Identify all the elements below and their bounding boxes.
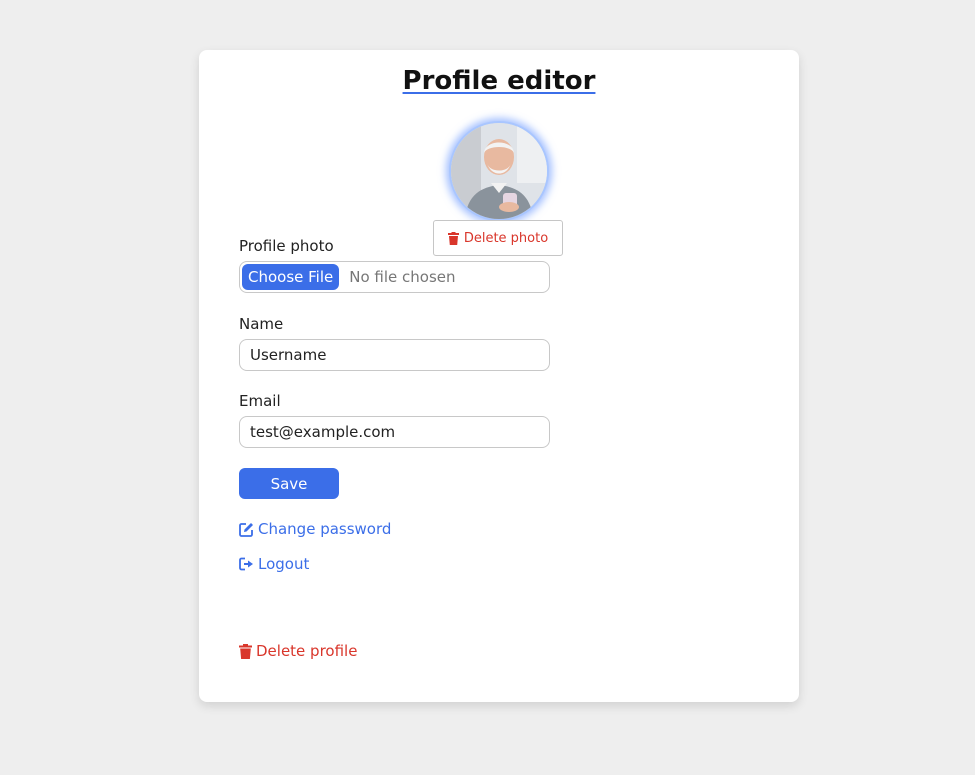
email-input[interactable] (239, 416, 550, 448)
profile-card: Profile editor Delete photo Profile phot… (199, 50, 799, 702)
logout-icon (239, 557, 253, 571)
avatar (449, 121, 549, 221)
name-input[interactable] (239, 339, 550, 371)
change-password-label: Change password (258, 520, 392, 538)
delete-profile-label: Delete profile (256, 642, 358, 660)
choose-file-button[interactable]: Choose File (242, 264, 340, 290)
delete-profile-link[interactable]: Delete profile (239, 642, 357, 660)
change-password-link[interactable]: Change password (239, 520, 391, 538)
edit-icon (239, 522, 253, 537)
profile-photo-file-input[interactable]: Choose File No file chosen (239, 261, 550, 293)
profile-photo-label: Profile photo (239, 237, 334, 255)
logout-link[interactable]: Logout (239, 555, 309, 573)
no-file-chosen-text: No file chosen (349, 268, 456, 286)
page-title[interactable]: Profile editor (199, 66, 799, 96)
name-label: Name (239, 315, 284, 333)
logout-label: Logout (258, 555, 310, 573)
delete-photo-button[interactable]: Delete photo (433, 220, 563, 256)
trash-icon (447, 231, 459, 245)
delete-photo-label: Delete photo (463, 230, 549, 246)
save-button[interactable]: Save (239, 468, 339, 499)
email-label: Email (239, 392, 281, 410)
trash-icon (239, 643, 252, 659)
